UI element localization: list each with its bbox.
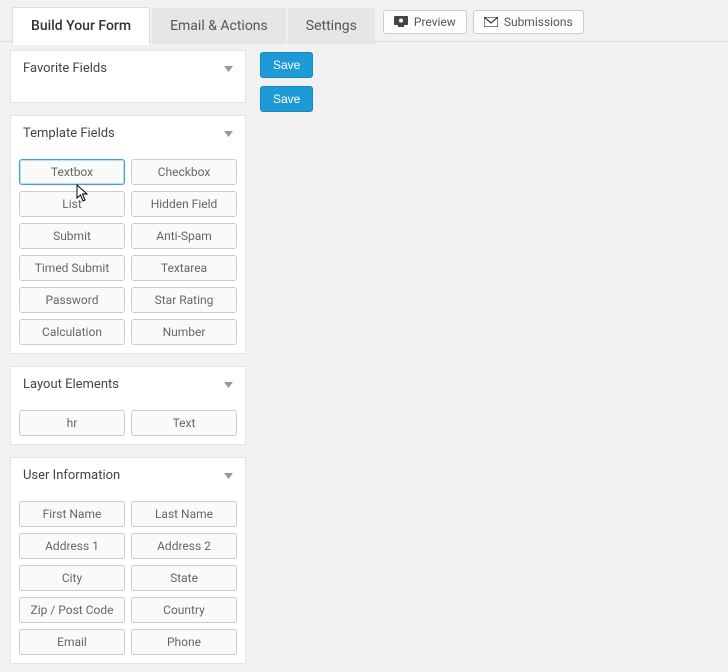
field-textarea[interactable]: Textarea [131,255,237,281]
save-button-top[interactable]: Save [260,52,313,78]
field-last-name[interactable]: Last Name [131,501,237,527]
panel-body-template: Textbox Checkbox List Hidden Field Submi… [11,151,245,353]
save-button-bottom[interactable]: Save [260,86,313,112]
field-checkbox[interactable]: Checkbox [131,159,237,185]
panel-user-information: User Information First Name Last Name Ad… [10,457,246,664]
field-textbox[interactable]: Textbox [19,159,125,185]
panel-header-favorite[interactable]: Favorite Fields [11,51,245,86]
panel-body-favorite [11,86,245,102]
field-calculation[interactable]: Calculation [19,319,125,345]
envelope-icon [484,17,498,27]
panel-header-template[interactable]: Template Fields [11,116,245,151]
field-hidden-field[interactable]: Hidden Field [131,191,237,217]
panel-layout-elements: Layout Elements hr Text [10,366,246,445]
panel-title: Template Fields [23,126,115,141]
submissions-button[interactable]: Submissions [473,10,584,34]
field-text[interactable]: Text [131,410,237,436]
panel-body-layout: hr Text [11,402,245,444]
field-number[interactable]: Number [131,319,237,345]
field-phone[interactable]: Phone [131,629,237,655]
field-email[interactable]: Email [19,629,125,655]
chevron-down-icon [224,382,233,388]
panel-header-layout[interactable]: Layout Elements [11,367,245,402]
main-layout: Favorite Fields Template Fields Textbox … [0,42,728,672]
field-city[interactable]: City [19,565,125,591]
field-country[interactable]: Country [131,597,237,623]
preview-icon [394,16,408,27]
field-list[interactable]: List [19,191,125,217]
chevron-down-icon [224,131,233,137]
field-first-name[interactable]: First Name [19,501,125,527]
tab-email-actions[interactable]: Email & Actions [152,8,286,44]
panel-body-user: First Name Last Name Address 1 Address 2… [11,493,245,663]
fields-sidebar: Favorite Fields Template Fields Textbox … [10,50,246,664]
preview-label: Preview [414,15,456,29]
tab-settings[interactable]: Settings [288,8,375,44]
panel-header-user[interactable]: User Information [11,458,245,493]
panel-title: Layout Elements [23,377,119,392]
field-address-1[interactable]: Address 1 [19,533,125,559]
field-submit[interactable]: Submit [19,223,125,249]
chevron-down-icon [224,473,233,479]
chevron-down-icon [224,66,233,72]
tab-build-your-form[interactable]: Build Your Form [12,7,150,45]
form-canvas: Save Save [260,50,718,664]
preview-button[interactable]: Preview [383,10,467,34]
tab-bar: Build Your Form Email & Actions Settings… [0,0,728,42]
panel-favorite-fields: Favorite Fields [10,50,246,103]
field-star-rating[interactable]: Star Rating [131,287,237,313]
submissions-label: Submissions [504,15,573,29]
field-hr[interactable]: hr [19,410,125,436]
panel-template-fields: Template Fields Textbox Checkbox List Hi… [10,115,246,354]
field-anti-spam[interactable]: Anti-Spam [131,223,237,249]
field-zip-post-code[interactable]: Zip / Post Code [19,597,125,623]
panel-title: Favorite Fields [23,61,107,76]
field-password[interactable]: Password [19,287,125,313]
field-address-2[interactable]: Address 2 [131,533,237,559]
panel-title: User Information [23,468,120,483]
field-timed-submit[interactable]: Timed Submit [19,255,125,281]
tab-action-buttons: Preview Submissions [383,10,584,34]
field-state[interactable]: State [131,565,237,591]
